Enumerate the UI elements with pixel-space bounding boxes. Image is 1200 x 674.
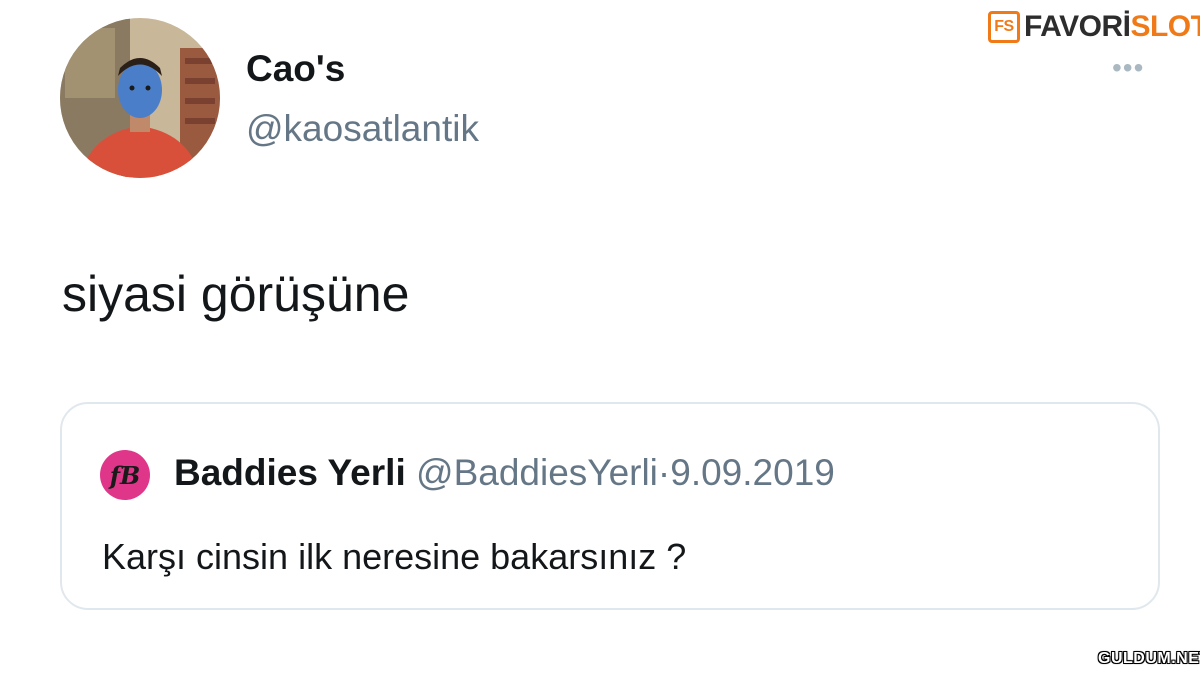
author-avatar[interactable] bbox=[60, 18, 220, 178]
logo-text-part2: SLOT bbox=[1130, 10, 1200, 43]
author-handle[interactable]: @kaosatlantik bbox=[246, 108, 479, 150]
quoted-author-name[interactable]: Baddies Yerli bbox=[174, 452, 406, 493]
quoted-avatar-initials: fB bbox=[109, 460, 141, 490]
quoted-tweet-date: 9.09.2019 bbox=[670, 452, 835, 493]
favorislot-logo: FS FAVORİ SLOT bbox=[988, 10, 1200, 44]
tweet-text: siyasi görüşüne bbox=[62, 266, 410, 322]
quoted-author-handle[interactable]: @BaddiesYerli bbox=[416, 452, 658, 493]
author-display-name[interactable]: Cao's bbox=[246, 48, 345, 90]
quoted-tweet-text: Karşı cinsin ilk neresine bakarsınız ? bbox=[102, 536, 687, 577]
quoted-tweet-card[interactable]: fB Baddies Yerli @BaddiesYerli·9.09.2019… bbox=[60, 402, 1160, 610]
guldum-watermark: GULDUM.NET bbox=[1098, 650, 1200, 667]
quoted-author-avatar[interactable]: fB bbox=[100, 450, 150, 500]
logo-text-part1: FAVORİ bbox=[1024, 10, 1131, 43]
quoted-separator: · bbox=[657, 452, 671, 493]
favorislot-logo-icon: FS bbox=[988, 11, 1020, 43]
quoted-tweet-header: Baddies Yerli @BaddiesYerli·9.09.2019 bbox=[174, 452, 835, 494]
more-options-icon[interactable]: ••• bbox=[1112, 54, 1144, 82]
